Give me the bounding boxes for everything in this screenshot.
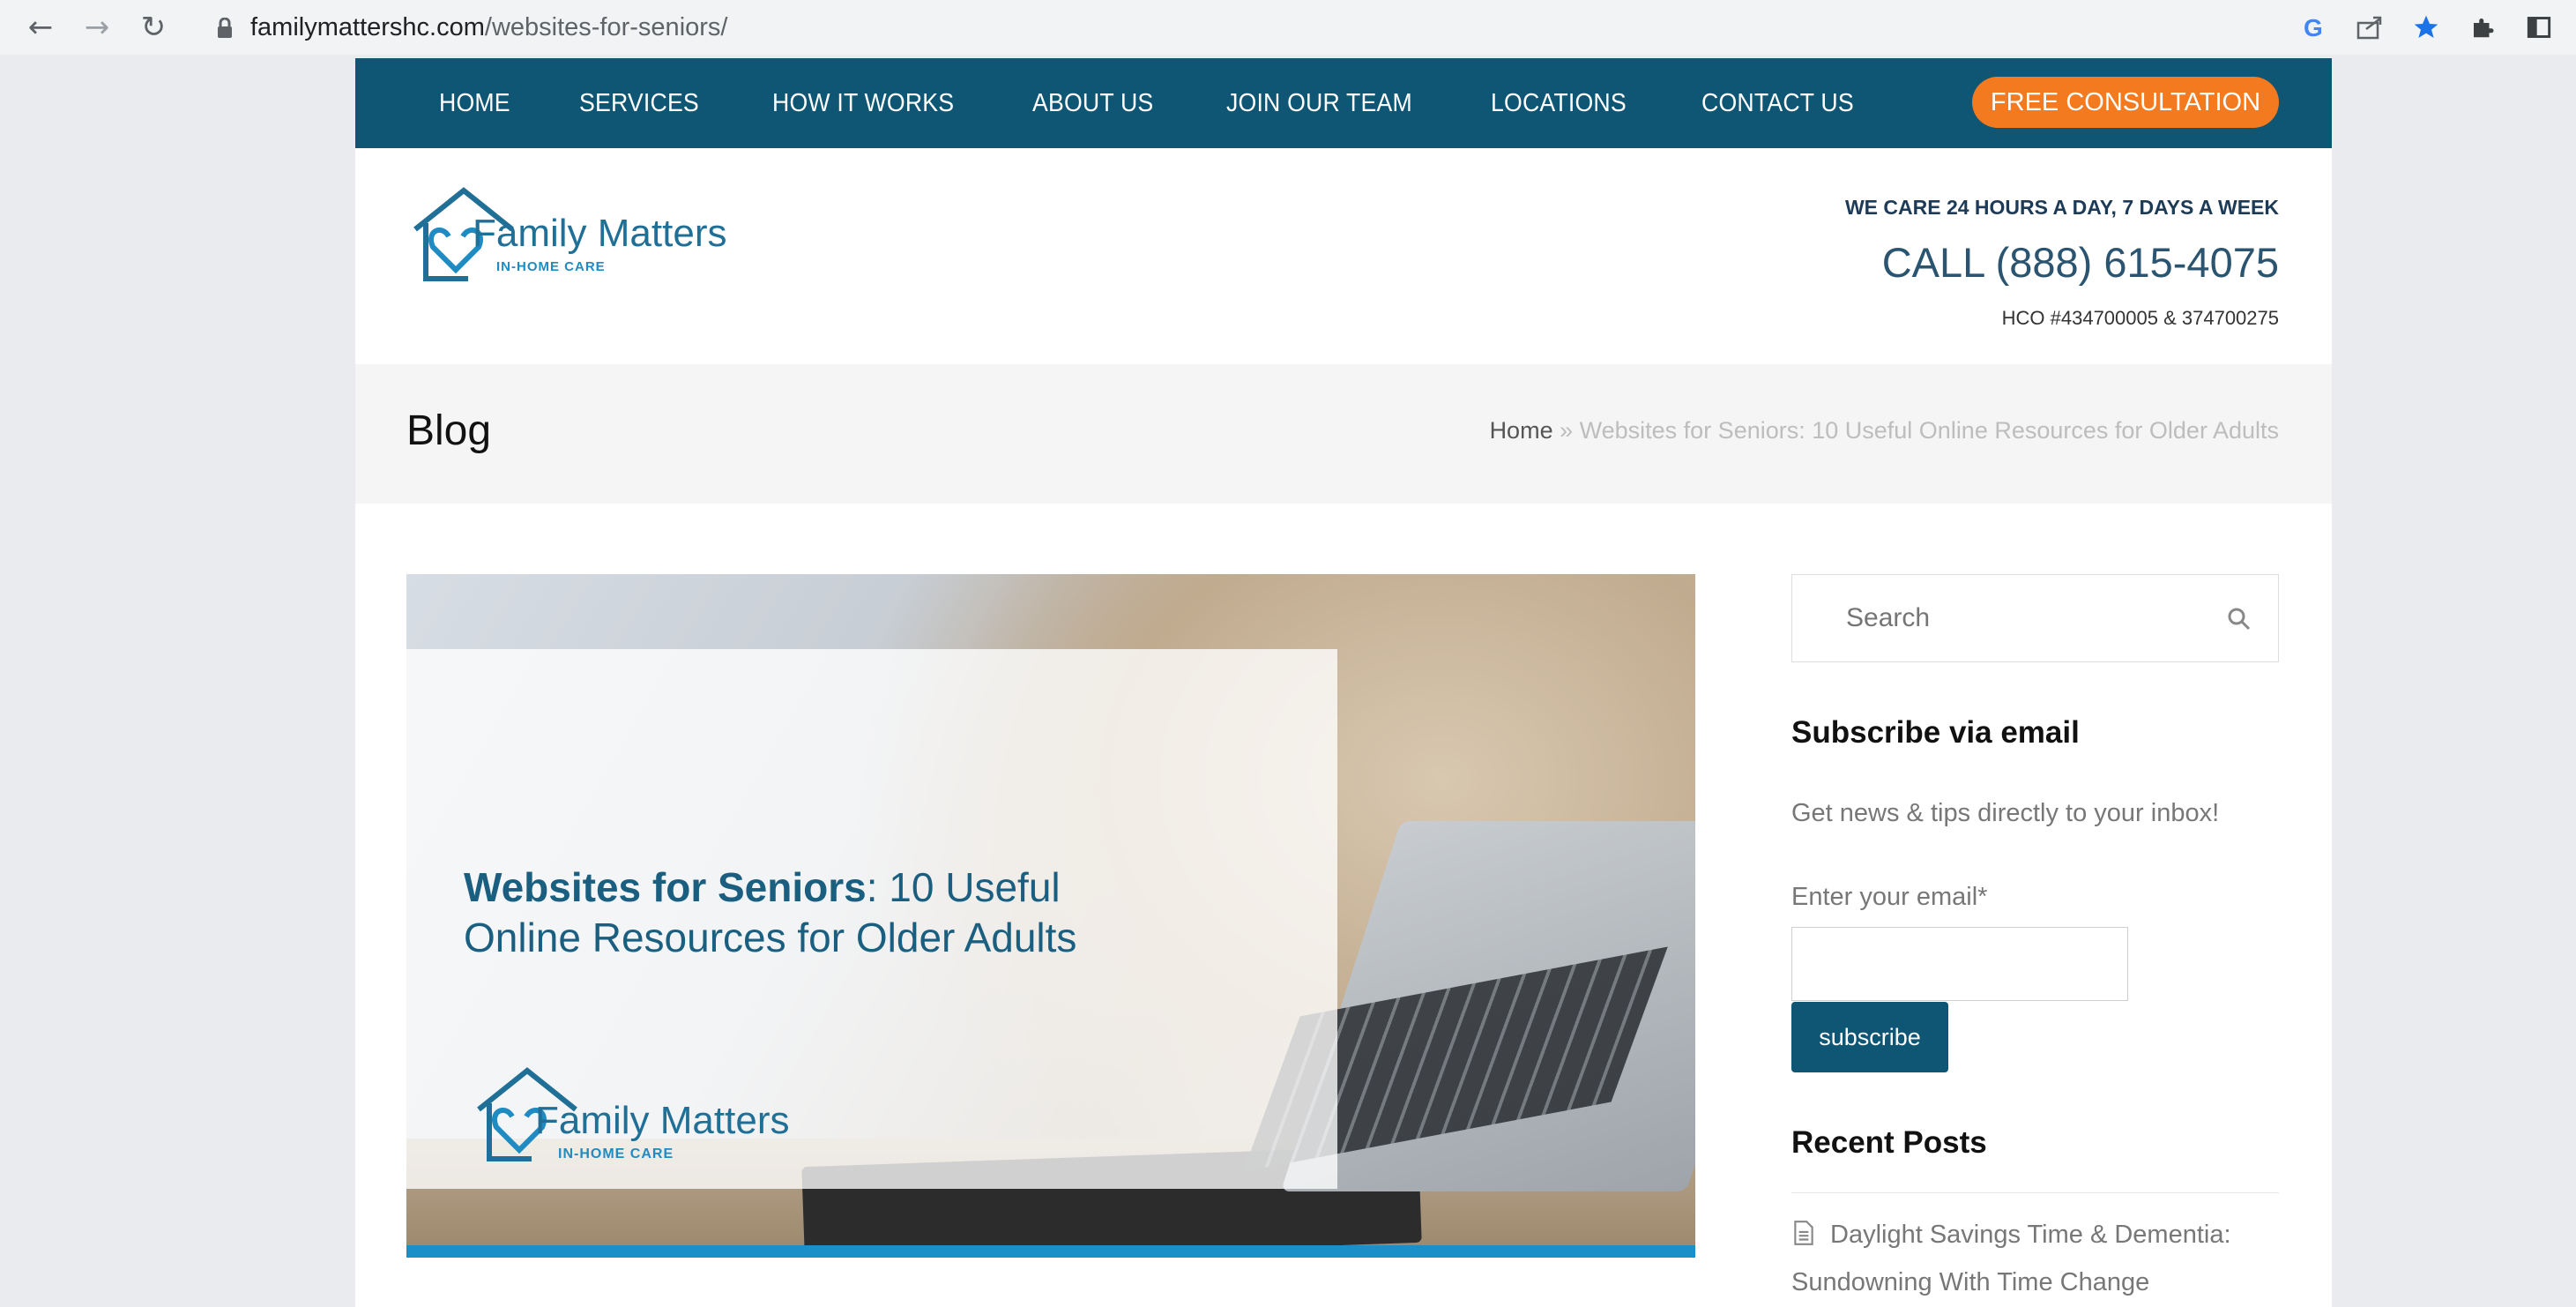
divider (1791, 1192, 2279, 1193)
breadcrumb-home-link[interactable]: Home (1490, 417, 1553, 444)
nav-item-services[interactable]: SERVICES (579, 89, 699, 118)
featured-image-logo: Family Matters IN-HOME CARE (470, 1055, 840, 1178)
url-path: /websites-for-seniors/ (484, 12, 728, 41)
care-hours-text: WE CARE 24 HOURS A DAY, 7 DAYS A WEEK (1844, 196, 2279, 219)
url-text: familymattershc.com/websites-for-seniors… (250, 13, 727, 42)
free-consultation-button[interactable]: FREE CONSULTATION (1972, 77, 2279, 128)
featured-title-line2: Online Resources for Older Adults (464, 915, 1077, 960)
star-icon[interactable] (2407, 8, 2446, 47)
featured-title-bold: Websites for Seniors (464, 864, 867, 910)
subscribe-heading: Subscribe via email (1791, 715, 2080, 750)
breadcrumb-separator: » (1552, 417, 1580, 444)
recent-post-link[interactable]: Daylight Savings Time & Dementia: Sundow… (1791, 1221, 2231, 1296)
extensions-puzzle-icon[interactable] (2463, 8, 2502, 47)
featured-logo-name: Family Matters (535, 1099, 790, 1142)
nav-item-contact-us[interactable]: CONTACT US (1701, 89, 1854, 118)
forward-arrow-icon[interactable]: → (78, 8, 116, 47)
logo-name: Family Matters (473, 212, 727, 255)
breadcrumb-current: Websites for Seniors: 10 Useful Online R… (1579, 417, 2279, 444)
nav-item-about-us[interactable]: ABOUT US (1032, 89, 1153, 118)
page-title-band: Blog Home » Websites for Seniors: 10 Use… (355, 364, 2332, 504)
subscribe-description: Get news & tips directly to your inbox! (1791, 799, 2220, 827)
email-field[interactable] (1791, 927, 2128, 1001)
featured-image: Websites for Seniors: 10 Useful Online Re… (406, 574, 1695, 1258)
nav-item-how-it-works[interactable]: HOW IT WORKS (772, 89, 954, 118)
site-header: Family Matters IN-HOME CARE WE CARE 24 H… (355, 148, 2332, 364)
breadcrumb: Home » Websites for Seniors: 10 Useful O… (1490, 417, 2279, 444)
featured-image-title: Websites for Seniors: 10 Useful Online Re… (464, 863, 1257, 963)
featured-title-rest: : 10 Useful (866, 864, 1061, 910)
svg-text:G: G (2304, 14, 2323, 41)
address-bar[interactable]: familymattershc.com/websites-for-seniors… (194, 5, 2468, 49)
search-widget (1791, 574, 2279, 662)
search-input[interactable] (1846, 603, 2181, 633)
image-text-overlay: Websites for Seniors: 10 Useful Online Re… (406, 649, 1337, 1189)
logo-tagline: IN-HOME CARE (496, 259, 606, 274)
url-domain: familymattershc.com (250, 12, 485, 41)
featured-logo-tagline: IN-HOME CARE (558, 1146, 674, 1161)
reload-icon[interactable]: ↻ (134, 8, 173, 47)
recent-post-item[interactable]: Daylight Savings Time & Dementia: Sundow… (1791, 1211, 2279, 1306)
hco-license-text: HCO #434700005 & 374700275 (2001, 307, 2279, 329)
share-icon[interactable] (2350, 8, 2389, 47)
sidebar-icon[interactable] (2520, 8, 2558, 47)
main-navigation: HOME SERVICES HOW IT WORKS ABOUT US JOIN… (355, 58, 2332, 148)
site-logo[interactable]: Family Matters IN-HOME CARE (406, 175, 759, 289)
nav-item-locations[interactable]: LOCATIONS (1491, 89, 1627, 118)
document-icon (1794, 1221, 1813, 1245)
featured-image-accent-bar (406, 1245, 1695, 1258)
recent-posts-heading: Recent Posts (1791, 1125, 1987, 1160)
back-arrow-icon[interactable]: ← (21, 8, 60, 47)
nav-item-join-our-team[interactable]: JOIN OUR TEAM (1226, 89, 1412, 118)
email-label: Enter your email* (1791, 883, 1988, 911)
sidebar: Subscribe via email Get news & tips dire… (1791, 574, 2279, 1296)
browser-actions: G (2294, 0, 2576, 55)
subscribe-button[interactable]: subscribe (1791, 1002, 1948, 1072)
search-icon[interactable] (2227, 607, 2252, 631)
page-title: Blog (406, 407, 492, 454)
browser-toolbar: ← → ↻ familymattershc.com/websites-for-s… (0, 0, 2576, 55)
phone-number[interactable]: CALL (888) 615-4075 (1882, 238, 2279, 287)
webpage: HOME SERVICES HOW IT WORKS ABOUT US JOIN… (355, 58, 2332, 1307)
lock-icon (215, 16, 235, 39)
google-icon[interactable]: G (2294, 8, 2333, 47)
nav-item-home[interactable]: HOME (439, 89, 510, 118)
